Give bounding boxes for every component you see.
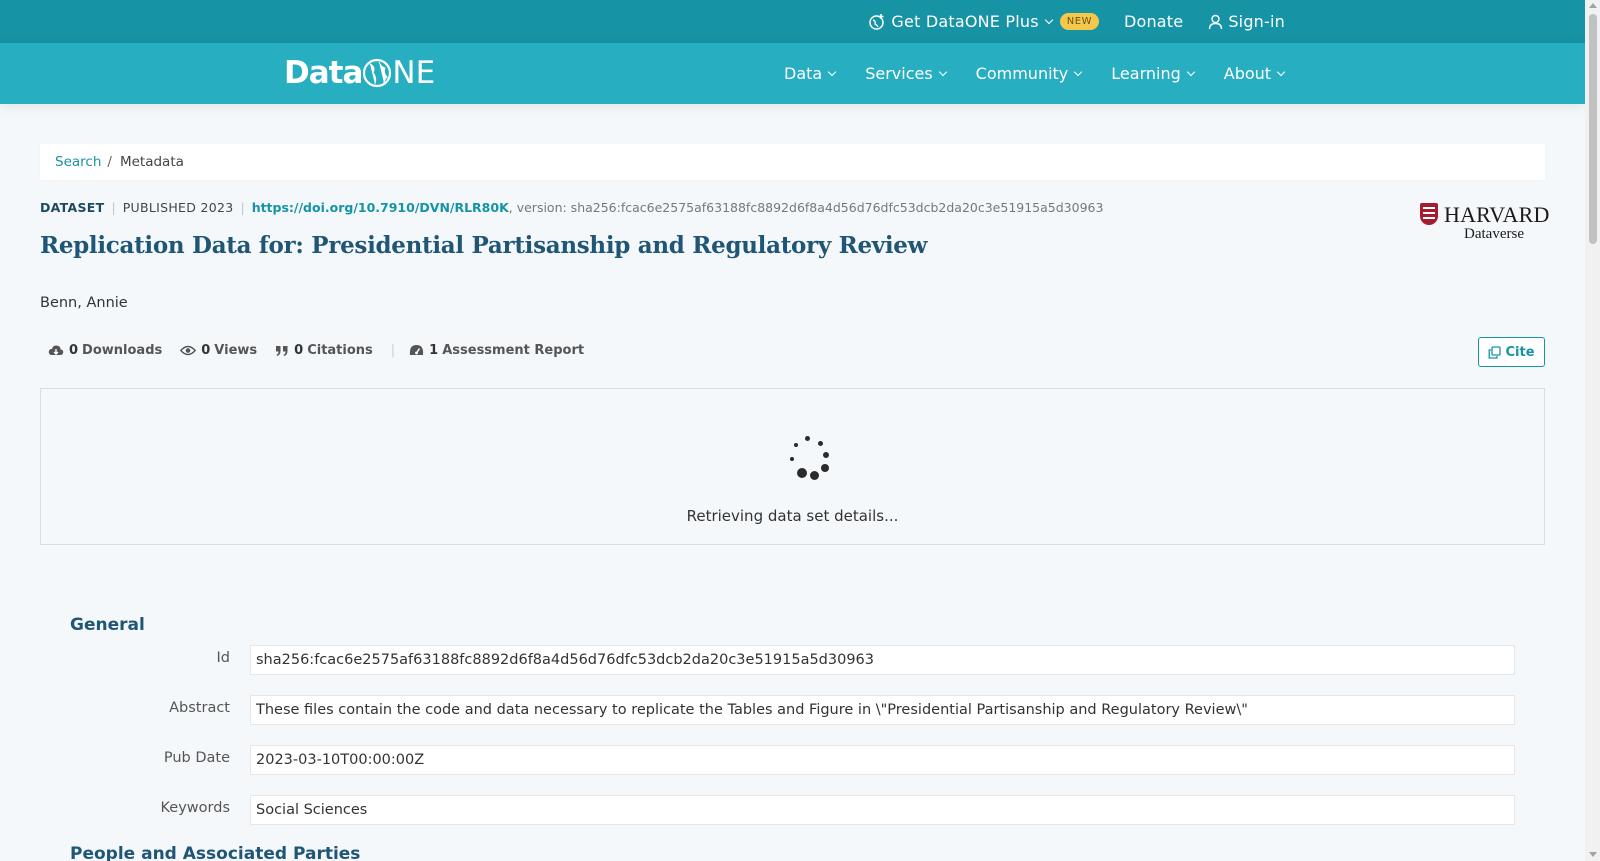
downloads-count: 0 — [69, 343, 79, 358]
published-label: PUBLISHED 2023 — [122, 200, 234, 215]
sign-in-label: Sign-in — [1228, 12, 1285, 31]
cite-button-label: Cite — [1505, 344, 1535, 360]
meta-divider: | — [240, 200, 245, 215]
views-label: Views — [214, 343, 258, 358]
dataone-logo[interactable]: Data NE — [284, 55, 435, 91]
breadcrumb-separator: / — [107, 154, 112, 170]
field-label-pub-date: Pub Date — [163, 750, 230, 766]
gauge-icon — [410, 345, 424, 355]
breadcrumb-current: Metadata — [119, 154, 184, 170]
donate-label: Donate — [1123, 12, 1184, 31]
loading-spinner-icon — [784, 434, 834, 484]
cloud-download-icon — [48, 345, 64, 355]
logo-text-data: Data — [284, 55, 363, 91]
dataset-type-label: DATASET — [40, 200, 105, 215]
nav-item-services[interactable]: Services — [865, 64, 947, 83]
general-section-title: General — [70, 615, 145, 635]
spinner-dot — [805, 436, 810, 441]
harvard-logo-name: HARVARD — [1444, 202, 1550, 227]
nav-item-community[interactable]: Community — [975, 64, 1083, 83]
downloads-label: Downloads — [82, 343, 163, 358]
field-label-id: Id — [216, 650, 230, 666]
nav-item-label: Services — [865, 64, 933, 83]
dataset-author: Benn, Annie — [40, 295, 128, 311]
nav-item-label: Data — [784, 64, 823, 83]
cite-button[interactable]: Cite — [1478, 337, 1545, 367]
dataset-metrics: 0 Downloads 0 Views 0 Citations | 1 Asse… — [48, 343, 602, 358]
version-text: , version: sha256:fcac6e2575af63188fc889… — [508, 200, 1104, 215]
user-icon — [1209, 14, 1223, 29]
breadcrumb: Search / Metadata — [40, 144, 1545, 180]
views-count: 0 — [201, 343, 211, 358]
scroll-up-arrow-icon[interactable] — [1589, 3, 1597, 8]
assessment-report-metric[interactable]: 1 Assessment Report — [409, 343, 584, 358]
nav-item-about[interactable]: About — [1223, 64, 1286, 83]
donate-link[interactable]: Donate — [1124, 12, 1183, 31]
spinner-dot — [797, 468, 807, 478]
dataset-meta-line: DATASET | PUBLISHED 2023 | https://doi.o… — [40, 200, 1103, 215]
quote-icon — [276, 345, 288, 356]
top-utility-bar: Get DataONE Plus NEW Donate Sign-in — [0, 0, 1585, 43]
doi-link[interactable]: https://doi.org/10.7910/DVN/RLR80K — [252, 200, 509, 215]
chevron-down-icon — [827, 67, 837, 76]
field-value-keywords: Social Sciences — [250, 795, 1515, 825]
logo-text-ne: NE — [392, 55, 436, 91]
citations-label: Citations — [307, 343, 373, 358]
nav-links: Data Services Community Learning About — [784, 43, 1314, 104]
harvard-dataverse-logo[interactable]: HARVARD Dataverse — [1420, 202, 1549, 246]
nav-item-label: About — [1223, 64, 1272, 83]
field-value-abstract: These files contain the code and data ne… — [250, 695, 1515, 725]
spinner-dot — [818, 441, 823, 446]
nav-item-data[interactable]: Data — [784, 64, 837, 83]
dataset-title: Replication Data for: Presidential Parti… — [40, 232, 928, 259]
spinner-dot — [790, 457, 794, 461]
logo-text-one: NE — [362, 55, 435, 91]
spinner-dot — [821, 464, 829, 472]
chevron-down-icon — [938, 67, 947, 76]
globe-plus-icon — [869, 13, 885, 30]
nav-item-label: Community — [975, 64, 1069, 83]
spinner-dot — [794, 443, 798, 447]
meta-divider: | — [111, 200, 116, 215]
chevron-down-icon — [1044, 15, 1054, 24]
get-dataone-plus-menu[interactable]: Get DataONE Plus NEW — [868, 12, 1099, 31]
metrics-divider: | — [390, 343, 396, 358]
harvard-shield-icon — [1420, 203, 1438, 225]
chevron-down-icon — [1074, 67, 1083, 76]
field-label-abstract: Abstract — [169, 700, 230, 716]
assessment-label: Assessment Report — [442, 343, 585, 358]
nav-item-label: Learning — [1111, 64, 1181, 83]
globe-logo-icon — [363, 58, 392, 88]
new-badge: NEW — [1059, 13, 1099, 30]
harvard-logo-subtitle: Dataverse — [1464, 226, 1524, 242]
page-scrollbar[interactable] — [1585, 0, 1600, 861]
people-section-title: People and Associated Parties — [70, 844, 361, 861]
main-navigation: Data NE Data Services Community Learning… — [0, 43, 1585, 104]
eye-icon — [180, 345, 197, 356]
views-metric[interactable]: 0 Views — [180, 343, 257, 358]
copy-icon — [1489, 345, 1502, 359]
sign-in-link[interactable]: Sign-in — [1208, 12, 1285, 31]
get-dataone-plus-label: Get DataONE Plus — [891, 12, 1039, 31]
loading-panel: Retrieving data set details... — [40, 388, 1545, 545]
breadcrumb-search-link[interactable]: Search — [55, 154, 101, 170]
downloads-metric[interactable]: 0 Downloads — [48, 343, 162, 358]
citations-count: 0 — [294, 343, 304, 358]
citations-metric[interactable]: 0 Citations — [275, 343, 373, 358]
field-value-pub-date: 2023-03-10T00:00:00Z — [250, 745, 1515, 775]
chevron-down-icon — [1276, 67, 1286, 76]
spinner-dot — [823, 452, 829, 458]
field-label-keywords: Keywords — [160, 800, 230, 816]
nav-item-learning[interactable]: Learning — [1111, 64, 1195, 83]
spinner-dot — [810, 471, 819, 480]
chevron-down-icon — [1186, 67, 1195, 76]
assessment-count: 1 — [429, 343, 439, 358]
field-value-id: sha256:fcac6e2575af63188fc8892d6f8a4d56d… — [250, 645, 1515, 675]
scroll-down-arrow-icon[interactable] — [1589, 852, 1597, 857]
loading-text: Retrieving data set details... — [686, 507, 899, 525]
scrollbar-thumb[interactable] — [1589, 14, 1597, 244]
